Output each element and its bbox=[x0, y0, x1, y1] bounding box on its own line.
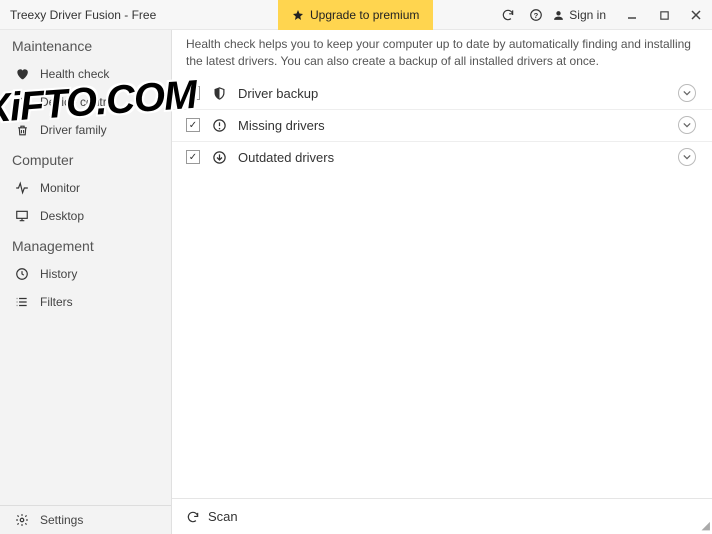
nav-desktop[interactable]: Desktop bbox=[0, 202, 171, 230]
trash-icon bbox=[14, 124, 30, 137]
row-label: Driver backup bbox=[238, 86, 318, 101]
footer-bar: Scan bbox=[172, 498, 712, 534]
close-button[interactable] bbox=[680, 0, 712, 30]
window-title: Treexy Driver Fusion - Free bbox=[0, 8, 156, 22]
maximize-button[interactable] bbox=[648, 0, 680, 30]
nav-label: Driver family bbox=[40, 123, 107, 137]
history-icon bbox=[14, 267, 30, 281]
nav-filters[interactable]: Filters bbox=[0, 288, 171, 316]
section-management: Management bbox=[0, 230, 171, 260]
row-outdated-drivers[interactable]: ✓ Outdated drivers bbox=[172, 141, 712, 173]
nav-label: History bbox=[40, 267, 77, 281]
nav-label: Monitor bbox=[40, 181, 80, 195]
activity-icon bbox=[14, 181, 30, 195]
scan-button[interactable]: Scan bbox=[208, 509, 238, 524]
chevron-down-icon[interactable] bbox=[678, 84, 696, 102]
titlebar-right: ? Sign in bbox=[494, 0, 712, 30]
download-icon bbox=[210, 150, 228, 165]
signin-label: Sign in bbox=[569, 8, 606, 22]
row-label: Outdated drivers bbox=[238, 150, 334, 165]
check-list: ✓ Driver backup ✓ Missing drivers bbox=[172, 78, 712, 498]
alert-icon bbox=[210, 118, 228, 133]
chevron-down-icon[interactable] bbox=[678, 116, 696, 134]
sliders-icon bbox=[14, 95, 30, 109]
upgrade-label: Upgrade to premium bbox=[310, 8, 419, 22]
sync-icon[interactable] bbox=[494, 0, 522, 30]
help-icon[interactable]: ? bbox=[522, 0, 550, 30]
minimize-button[interactable] bbox=[616, 0, 648, 30]
monitor-icon bbox=[14, 209, 30, 223]
checkbox[interactable]: ✓ bbox=[186, 118, 200, 132]
refresh-icon[interactable] bbox=[186, 510, 200, 524]
nav-settings[interactable]: Settings bbox=[0, 506, 171, 534]
list-icon bbox=[14, 295, 30, 309]
nav-driver-family[interactable]: Driver family bbox=[0, 116, 171, 144]
nav-monitor[interactable]: Monitor bbox=[0, 174, 171, 202]
checkbox[interactable]: ✓ bbox=[186, 86, 200, 100]
nav-device-control[interactable]: Device control bbox=[0, 88, 171, 116]
nav-history[interactable]: History bbox=[0, 260, 171, 288]
chevron-down-icon[interactable] bbox=[678, 148, 696, 166]
upgrade-premium-button[interactable]: Upgrade to premium bbox=[278, 0, 433, 30]
main-panel: Health check helps you to keep your comp… bbox=[172, 30, 712, 534]
heart-icon bbox=[14, 67, 30, 81]
nav-label: Settings bbox=[40, 513, 83, 527]
checkbox[interactable]: ✓ bbox=[186, 150, 200, 164]
sidebar: Maintenance Health check Device control … bbox=[0, 30, 172, 534]
row-driver-backup[interactable]: ✓ Driver backup bbox=[172, 78, 712, 109]
svg-text:?: ? bbox=[534, 11, 539, 20]
signin-button[interactable]: Sign in bbox=[550, 8, 616, 22]
resize-grip-icon[interactable]: ◢ bbox=[702, 519, 710, 532]
section-maintenance: Maintenance bbox=[0, 30, 171, 60]
nav-label: Device control bbox=[40, 95, 116, 109]
row-label: Missing drivers bbox=[238, 118, 325, 133]
shield-icon bbox=[210, 86, 228, 101]
gear-icon bbox=[14, 513, 30, 527]
info-text: Health check helps you to keep your comp… bbox=[172, 30, 712, 78]
user-icon bbox=[552, 9, 565, 22]
star-icon bbox=[292, 9, 304, 21]
nav-label: Filters bbox=[40, 295, 73, 309]
section-computer: Computer bbox=[0, 144, 171, 174]
nav-label: Health check bbox=[40, 67, 109, 81]
titlebar: Treexy Driver Fusion - Free Upgrade to p… bbox=[0, 0, 712, 30]
nav-health-check[interactable]: Health check bbox=[0, 60, 171, 88]
row-missing-drivers[interactable]: ✓ Missing drivers bbox=[172, 109, 712, 141]
nav-label: Desktop bbox=[40, 209, 84, 223]
